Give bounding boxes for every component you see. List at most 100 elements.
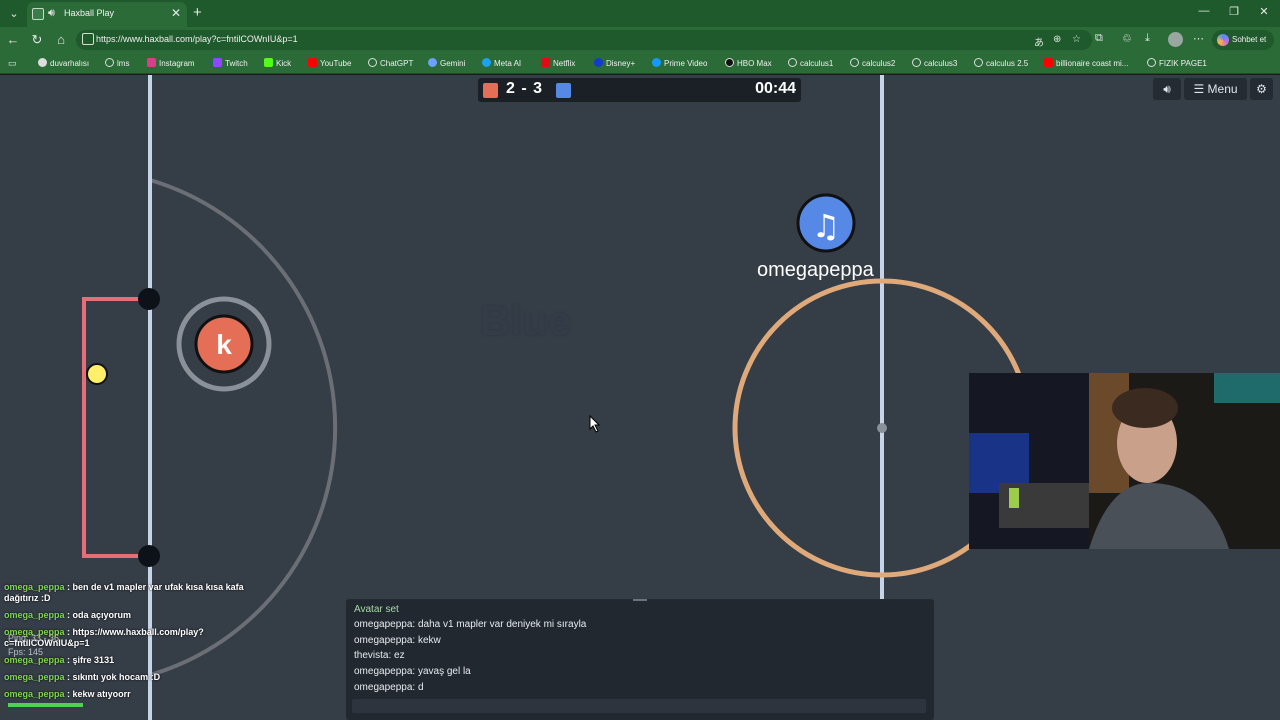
bookmark-item[interactable]: billionaire coast mi... [1044,58,1128,68]
instagram-icon [147,58,156,67]
bookmark-icon [38,58,47,67]
bookmark-item[interactable]: Kick [264,58,291,68]
bookmark-item[interactable]: Disney+ [594,58,635,68]
bookmark-icon [1147,58,1156,67]
chat-text: : sıkıntı yok hocam :D [67,672,161,682]
ball [86,363,108,385]
webcam-feed [969,373,1280,549]
gemini-icon [428,58,437,67]
chat-line: omegapeppa: daha v1 mapler var deniyek m… [354,619,587,630]
center-spot [877,423,887,433]
copilot-icon [1217,34,1229,46]
url-text[interactable]: https://www.haxball.com/play?c=fntilCOWn… [96,34,298,44]
chat-line: omegapeppa: yavaş gel la [354,666,471,677]
bookmark-item[interactable]: FIZIK PAGE1 [1147,58,1207,68]
chat-input[interactable] [352,699,926,713]
favorite-star-icon[interactable]: ☆ [1072,34,1081,45]
apps-icon[interactable]: ▭ [8,58,17,69]
minimize-icon[interactable]: — [1194,5,1214,17]
chat-notice: Avatar set [354,604,399,615]
blue-player-name: omegapeppa [757,259,874,281]
bookmark-item[interactable]: ChatGPT [368,58,413,68]
bookmark-item[interactable]: calculus1 [788,58,833,68]
new-tab-icon[interactable]: + [193,4,202,21]
red-goal-net [82,297,148,558]
speaker-icon[interactable]: 🔊︎ [48,7,55,20]
address-bar[interactable]: https://www.haxball.com/play?c=fntilCOWn… [76,30,1092,50]
goal-post [138,288,160,310]
match-timer: 00:44 [755,80,796,97]
tab-title: Haxball Play [64,8,115,18]
webcam-overlay [969,373,1280,549]
menu-label: Menu [1207,82,1238,96]
game-menu-bar: 🔊︎ ☰ Menu ⚙ [1153,78,1273,100]
settings-gear-icon[interactable]: ⚙ [1250,78,1273,100]
extensions-icon[interactable]: ⧉ [1095,32,1103,45]
twitch-icon [213,58,222,67]
bookmark-item[interactable]: Gemini [428,58,465,68]
bookmark-item[interactable]: Netflix [541,58,575,68]
fps-text: Fps: 145 [8,647,44,657]
reload-icon[interactable]: ↻ [29,32,45,48]
chat-message: omega_peppa : sıkıntı yok hocam :D [0,672,270,683]
resize-handle[interactable] [633,599,647,601]
sound-icon[interactable]: 🔊︎ [1153,78,1181,100]
bookmark-icon [788,58,797,67]
bookmark-item[interactable]: HBO Max [725,58,772,68]
goal-post [138,545,160,567]
tab-search-icon[interactable]: ⌄ [4,4,24,24]
bookmark-item[interactable]: duvarhalısı [38,58,89,68]
browser-tab[interactable]: 🔊︎ Haxball Play ✕ [27,2,187,27]
chatgpt-icon [368,58,377,67]
profile-avatar[interactable] [1168,32,1183,47]
zoom-icon[interactable]: ⊕ [1053,34,1061,45]
bookmark-icon [974,58,983,67]
kick-icon [264,58,273,67]
red-player-avatar: k [216,329,232,360]
chat-message: omega_peppa : kekw atıyoorr [0,689,270,700]
bookmark-item[interactable]: calculus3 [912,58,957,68]
chat-nick: omega_peppa [4,672,65,682]
downloads-icon[interactable]: ⤓ [1145,32,1150,45]
youtube-icon [308,58,317,67]
game-canvas[interactable]: k ♫ 2 - 3 00:44 🔊︎ ☰ Menu ⚙ omegapeppa B… [0,75,1280,720]
close-tab-icon[interactable]: ✕ [171,6,181,20]
translate-icon[interactable]: あ [1034,34,1044,49]
restore-icon[interactable]: ❐ [1224,5,1244,18]
haxball-favicon-icon [32,8,44,20]
favorites-icon[interactable]: ♲ [1122,32,1132,45]
music-note-icon: ♫ [812,207,841,245]
bookmark-item[interactable]: Twitch [213,58,248,68]
score: 2 - 3 [506,80,544,97]
chat-text: : kekw atıyoorr [67,689,131,699]
bookmark-item[interactable]: calculus2 [850,58,895,68]
chat-button-label: Sohbet et [1232,35,1267,44]
bookmark-icon [850,58,859,67]
bookmark-item[interactable]: YouTube [308,58,351,68]
bookmark-item[interactable]: Prime Video [652,58,707,68]
home-icon[interactable]: ⌂ [53,32,69,47]
chat-nick: omega_peppa [4,582,65,592]
menu-button[interactable]: ☰ Menu [1184,78,1247,100]
chat-message: omega_peppa : ben de v1 mapler var ufak … [0,582,270,604]
site-info-icon[interactable] [82,33,94,45]
back-icon[interactable]: ← [5,32,21,47]
more-options-icon[interactable]: ⋯ [1193,32,1204,45]
bookmark-item[interactable]: Instagram [147,58,195,68]
chat-nick: omega_peppa [4,610,65,620]
browser-toolbar: ← ↻ ⌂ https://www.haxball.com/play?c=fnt… [0,27,1280,53]
chat-message: omega_peppa : oda açıyorum [0,610,270,621]
stamina-bar [8,703,83,707]
chat-button[interactable]: Sohbet et [1212,30,1274,50]
bookmark-item[interactable]: lms [105,58,129,68]
bookmark-item[interactable]: calculus 2.5 [974,58,1028,68]
chat-line: thevista: ez [354,650,405,661]
close-window-icon[interactable]: ✕ [1254,5,1274,18]
blue-team-badge [556,83,571,98]
chat-text: : oda açıyorum [67,610,132,620]
bookmark-icon [912,58,921,67]
bookmark-item[interactable]: Meta AI [482,58,521,68]
hbo-icon [725,58,734,67]
netflix-icon [541,58,550,67]
red-team-badge [483,83,498,98]
